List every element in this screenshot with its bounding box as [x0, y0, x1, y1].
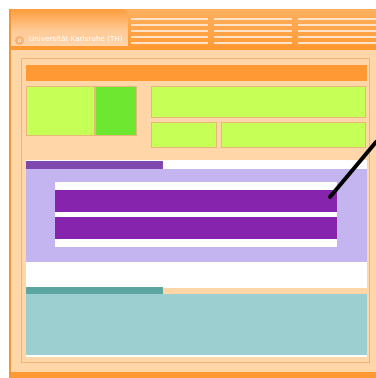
teal-panel: [26, 294, 367, 355]
nav-item-1[interactable]: [131, 16, 208, 46]
section-gap: [26, 264, 367, 288]
content-header-bar: [26, 65, 367, 81]
purple-row-1[interactable]: [55, 190, 337, 212]
university-tab[interactable]: ⌂ Universität Karlsruhe (TH): [11, 9, 128, 48]
purple-section-title-bar: [26, 161, 163, 169]
green-block-large[interactable]: [26, 86, 95, 136]
site-title[interactable]: Universität Karlsruhe (TH): [29, 35, 123, 43]
teal-panel-bottom-line: [26, 355, 367, 357]
nav-item-2[interactable]: [214, 16, 292, 46]
nav-item-3[interactable]: [298, 16, 376, 46]
green-block-small-left[interactable]: [151, 122, 217, 148]
green-block-small-right[interactable]: [221, 122, 366, 148]
header-underline: [11, 46, 376, 50]
footer-bar: [11, 372, 376, 378]
teal-section-title-bar: [26, 287, 163, 294]
green-block-accent[interactable]: [95, 86, 137, 136]
green-block-wide[interactable]: [151, 86, 366, 118]
home-icon[interactable]: ⌂: [15, 36, 24, 45]
purple-row-2[interactable]: [55, 217, 337, 239]
